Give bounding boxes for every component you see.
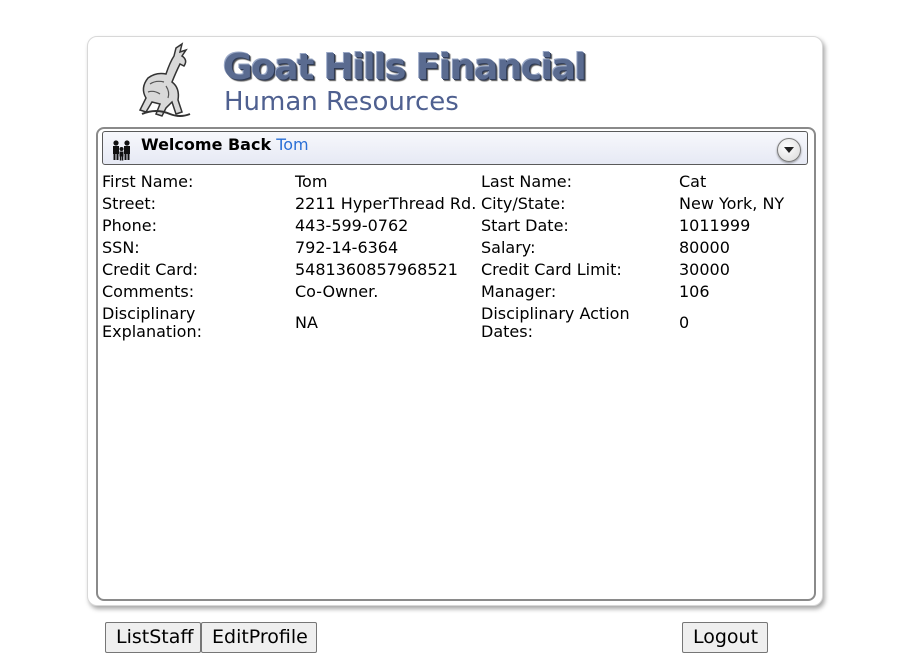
city-state-label: City/State: [481,194,566,213]
table-row: Comments: Co-Owner. Manager: 106 [100,281,801,303]
first-name-value: Tom [295,172,328,191]
profile-table: First Name: Tom Last Name: Cat Street: 2… [100,171,801,343]
ssn-value: 792-14-6364 [295,238,399,257]
chevron-down-icon [784,147,794,153]
first-name-label: First Name: [102,172,194,191]
start-date-value: 1011999 [679,216,751,235]
table-row: Disciplinary Explanation: NA Disciplinar… [100,303,801,343]
goat-logo-icon [138,42,191,117]
table-row: Credit Card: 5481360857968521 Credit Car… [100,259,801,281]
phone-value: 443-599-0762 [295,216,409,235]
phone-label: Phone: [102,216,157,235]
credit-card-value: 5481360857968521 [295,260,458,279]
last-name-value: Cat [679,172,707,191]
credit-card-label: Credit Card: [102,260,199,279]
list-staff-button[interactable]: ListStaff [105,622,201,653]
disc-dates-label: Disciplinary Action Dates: [481,304,630,341]
table-row: Street: 2211 HyperThread Rd. City/State:… [100,193,801,215]
city-state-value: New York, NY [679,194,785,213]
panel-header: Welcome Back Tom [102,131,808,165]
ssn-label: SSN: [102,238,140,257]
welcome-message: Welcome Back Tom [141,135,309,154]
salary-value: 80000 [679,238,730,257]
street-label: Street: [102,194,157,213]
disc-explanation-value: NA [295,313,318,332]
table-row: Phone: 443-599-0762 Start Date: 1011999 [100,215,801,237]
app-container: Goat Hills Financial Human Resources Wel… [87,36,823,653]
street-value: 2211 HyperThread Rd. [295,194,477,213]
credit-limit-label: Credit Card Limit: [481,260,622,279]
profile-panel: Welcome Back Tom First Name: Tom Last Na… [96,127,816,653]
logout-button[interactable]: Logout [682,622,768,653]
manager-value: 106 [679,282,710,301]
company-subtitle: Human Resources [224,87,459,117]
credit-limit-value: 30000 [679,260,730,279]
welcome-label: Welcome Back [141,135,272,154]
salary-label: Salary: [481,238,536,257]
disc-dates-value: 0 [679,313,690,332]
start-date-label: Start Date: [481,216,569,235]
last-name-label: Last Name: [481,172,573,191]
table-row: First Name: Tom Last Name: Cat [100,171,801,193]
people-icon [113,140,130,161]
table-row: SSN: 792-14-6364 Salary: 80000 [100,237,801,259]
collapse-button[interactable] [777,138,801,162]
user-name-link[interactable]: Tom [276,135,308,154]
company-title: Goat Hills Financial [223,47,587,88]
comments-label: Comments: [102,282,195,301]
comments-value: Co-Owner. [295,282,379,301]
edit-profile-button[interactable]: EditProfile [201,622,317,653]
manager-label: Manager: [481,282,557,301]
disc-explanation-label: Disciplinary Explanation: [102,304,202,341]
